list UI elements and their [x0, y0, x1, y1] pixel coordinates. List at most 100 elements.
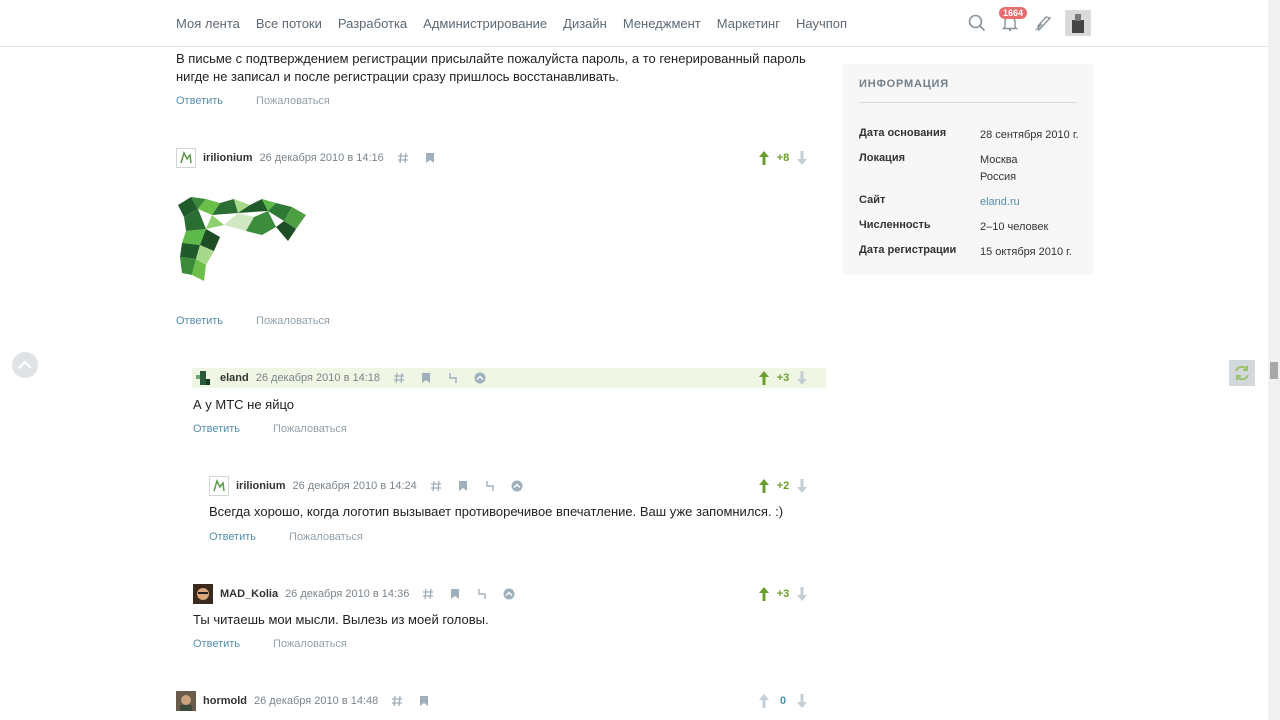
- avatar[interactable]: [209, 476, 229, 496]
- parent-link-icon[interactable]: [446, 371, 460, 385]
- vote-down-icon[interactable]: [796, 586, 808, 602]
- info-key: Дата основания: [859, 127, 947, 139]
- nav-item-feed[interactable]: Моя лента: [176, 16, 240, 31]
- refresh-comments-button[interactable]: [1229, 360, 1255, 386]
- scroll-up-icon[interactable]: [510, 479, 524, 493]
- report-link[interactable]: Пожаловаться: [273, 638, 347, 650]
- comment-actions: Ответить Пожаловаться: [193, 638, 347, 650]
- comment-header: eland 26 декабря 2010 в 14:18: [193, 368, 500, 388]
- nav-item-popsci[interactable]: Научпоп: [796, 16, 847, 31]
- nav-item-all-streams[interactable]: Все потоки: [256, 16, 322, 31]
- info-value: 28 сентября 2010 г.: [980, 129, 1079, 141]
- scroll-up-icon[interactable]: [502, 587, 516, 601]
- comment-actions: Ответить Пожаловаться: [193, 423, 347, 435]
- parent-link-icon[interactable]: [483, 479, 497, 493]
- main-nav: Моя лента Все потоки Разработка Админист…: [176, 16, 863, 31]
- comment-date: 26 декабря 2010 в 14:48: [254, 695, 379, 707]
- scroll-to-top-button[interactable]: [12, 352, 38, 378]
- reply-link[interactable]: Ответить: [193, 423, 240, 435]
- vote-up-icon[interactable]: [758, 586, 770, 602]
- search-icon: [968, 14, 986, 32]
- bookmark-icon[interactable]: [448, 587, 462, 601]
- info-key: Численность: [859, 219, 931, 231]
- nav-item-administration[interactable]: Администрирование: [423, 16, 547, 31]
- report-link[interactable]: Пожаловаться: [273, 423, 347, 435]
- comment-author[interactable]: hormold: [203, 695, 247, 707]
- reply-link[interactable]: Ответить: [193, 638, 240, 650]
- info-value: 2–10 человек: [980, 221, 1049, 233]
- comment-actions: Ответить Пожаловаться: [176, 95, 330, 107]
- vote-up-icon[interactable]: [758, 693, 770, 709]
- vote-down-icon[interactable]: [796, 150, 808, 166]
- avatar[interactable]: [176, 148, 196, 168]
- search-button[interactable]: [966, 10, 988, 36]
- nav-item-design[interactable]: Дизайн: [563, 16, 607, 31]
- vote-down-icon[interactable]: [796, 478, 808, 494]
- info-value-country: Россия: [980, 171, 1017, 183]
- vote-down-icon[interactable]: [796, 693, 808, 709]
- vote-up-icon[interactable]: [758, 478, 770, 494]
- bookmark-icon[interactable]: [423, 151, 437, 165]
- avatar[interactable]: [176, 691, 196, 711]
- notifications-count-badge: 1664: [999, 7, 1028, 19]
- vote-score: 0: [779, 695, 787, 707]
- info-key: Дата регистрации: [859, 244, 957, 256]
- comment-date: 26 декабря 2010 в 14:36: [285, 588, 410, 600]
- scroll-up-icon[interactable]: [473, 371, 487, 385]
- info-value-city: Москва: [980, 154, 1018, 166]
- comment-author[interactable]: irilionium: [236, 480, 286, 492]
- comment-text: Ты читаешь мои мысли. Вылезь из моей гол…: [193, 612, 489, 627]
- company-info-card: ИНФОРМАЦИЯ Дата основания 28 сентября 20…: [843, 64, 1093, 275]
- nav-item-management[interactable]: Менеджмент: [623, 16, 701, 31]
- vote-up-icon[interactable]: [758, 370, 770, 386]
- info-card-title: ИНФОРМАЦИЯ: [859, 78, 1077, 103]
- scrollbar-thumb[interactable]: [1270, 362, 1278, 379]
- vote-widget: +3: [758, 368, 808, 388]
- comment-image-logo: [176, 195, 311, 285]
- vote-widget: +3: [758, 584, 808, 604]
- avatar[interactable]: [193, 584, 213, 604]
- reply-link[interactable]: Ответить: [176, 95, 223, 107]
- site-link[interactable]: eland.ru: [980, 194, 1090, 211]
- comment-header: irilionium 26 декабря 2010 в 14:16: [176, 148, 450, 168]
- report-link[interactable]: Пожаловаться: [256, 95, 330, 107]
- comment-author[interactable]: MAD_Kolia: [220, 588, 278, 600]
- refresh-icon: [1235, 365, 1249, 381]
- comment-date: 26 декабря 2010 в 14:16: [259, 152, 384, 164]
- nav-item-development[interactable]: Разработка: [338, 16, 407, 31]
- reply-link[interactable]: Ответить: [176, 315, 223, 327]
- report-link[interactable]: Пожаловаться: [289, 531, 363, 543]
- comment-author[interactable]: eland: [220, 372, 249, 384]
- notifications-button[interactable]: 1664: [999, 7, 1028, 36]
- hash-link-icon[interactable]: [390, 694, 404, 708]
- vote-widget: 0: [758, 691, 808, 711]
- avatar[interactable]: [193, 368, 213, 388]
- reply-link[interactable]: Ответить: [209, 531, 256, 543]
- bookmark-icon[interactable]: [417, 694, 431, 708]
- comment-actions: Ответить Пожаловаться: [209, 531, 363, 543]
- hash-link-icon[interactable]: [392, 371, 406, 385]
- bookmark-icon[interactable]: [456, 479, 470, 493]
- parent-link-icon[interactable]: [475, 587, 489, 601]
- info-value: Москва Россия: [980, 152, 1090, 186]
- hash-link-icon[interactable]: [421, 587, 435, 601]
- hash-link-icon[interactable]: [396, 151, 410, 165]
- vote-score: +3: [776, 588, 790, 600]
- comment-text: Всегда хорошо, когда логотип вызывает пр…: [209, 504, 784, 519]
- info-value: 15 октября 2010 г.: [980, 246, 1072, 258]
- report-link[interactable]: Пожаловаться: [256, 315, 330, 327]
- vote-widget: +2: [758, 476, 808, 496]
- comment-author[interactable]: irilionium: [203, 152, 253, 164]
- nav-item-marketing[interactable]: Маркетинг: [717, 16, 780, 31]
- user-avatar[interactable]: [1065, 10, 1091, 36]
- comment-text: В письме с подтверждением регистрации пр…: [176, 51, 806, 84]
- vote-up-icon[interactable]: [758, 150, 770, 166]
- bookmark-icon[interactable]: [419, 371, 433, 385]
- vote-widget: +8: [758, 148, 808, 168]
- vote-score: +8: [776, 152, 790, 164]
- chevron-up-icon: [18, 360, 32, 369]
- vertical-scrollbar[interactable]: [1268, 0, 1280, 720]
- write-post-button[interactable]: [1032, 10, 1054, 36]
- vote-down-icon[interactable]: [796, 370, 808, 386]
- hash-link-icon[interactable]: [429, 479, 443, 493]
